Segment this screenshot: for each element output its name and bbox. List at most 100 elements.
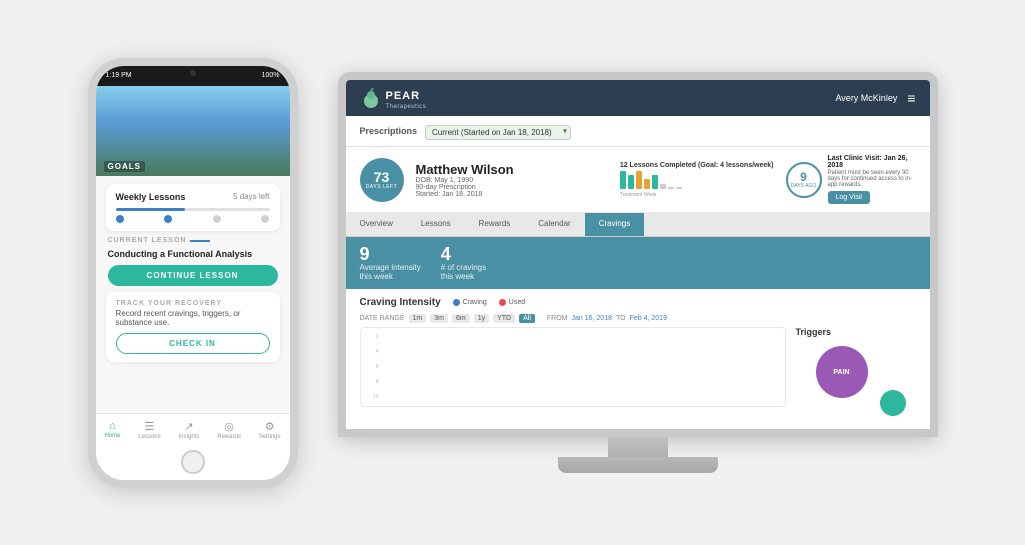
insights-icon: ↗: [184, 420, 193, 433]
y-axis: 10 8 6 4 2: [361, 328, 381, 406]
days-ago-num: 9: [800, 171, 807, 183]
date-from-to: FROM Jan 16, 2018 TO Feb 4, 2019: [547, 315, 667, 322]
continue-lesson-button[interactable]: CONTINUE LESSON: [108, 265, 278, 286]
to-label: TO: [616, 315, 626, 322]
pear-header-right: Avery McKinley ≡: [835, 90, 915, 106]
y-2: 2: [363, 334, 379, 340]
stats-row: 9 Average intensitythis week 4 # of crav…: [346, 237, 930, 289]
date-btn-ytd[interactable]: YTD: [493, 314, 515, 323]
legend-craving-label: Craving: [463, 299, 487, 306]
patient-info: 73 DAYS LEFT Matthew Wilson DOB: May 1, …: [346, 147, 930, 213]
pear-logo-sub: Therapeutics: [386, 104, 427, 110]
nav-home[interactable]: ⌂ Home: [104, 420, 120, 440]
nav-insights-label: Insights: [179, 434, 200, 440]
pear-logo: PEAR Therapeutics: [360, 86, 427, 110]
chart-area: 10 8 6 4 2 Triggers PAIN: [360, 327, 916, 421]
prescriptions-select-wrapper[interactable]: Current (Started on Jan 18, 2018): [425, 122, 571, 140]
from-date: Jan 16, 2018: [572, 315, 612, 322]
phone-body: Weekly Lessons 5 days left CURRENT LESSO…: [96, 176, 290, 413]
current-underline: [190, 240, 210, 242]
triggers-title: Triggers: [796, 327, 916, 337]
phone-frame: 1:19 PM 100% GOALS Weekly Lessons 5 days…: [88, 58, 298, 488]
patient-dob: DOB: May 1, 1990: [416, 177, 608, 184]
from-label: FROM: [547, 315, 568, 322]
dot-2: [164, 215, 172, 223]
nav-insights[interactable]: ↗ Insights: [179, 420, 200, 440]
date-btn-1y[interactable]: 1y: [474, 314, 489, 323]
progress-fill: [116, 208, 185, 211]
days-left-circle: 73 DAYS LEFT: [360, 158, 404, 202]
nav-lessons-label: Lessons: [138, 434, 160, 440]
date-btn-6m[interactable]: 6m: [452, 314, 470, 323]
craving-chart: 10 8 6 4 2: [360, 327, 786, 407]
tab-cravings[interactable]: Cravings: [585, 213, 645, 236]
patient-prescription: 90-day Prescription: [416, 184, 608, 191]
phone-battery: 100%: [262, 72, 280, 79]
home-icon: ⌂: [109, 420, 116, 432]
tab-lessons[interactable]: Lessons: [407, 213, 465, 236]
track-desc: Record recent cravings, triggers, or sub…: [116, 309, 270, 327]
phone-bottom: [96, 444, 290, 480]
days-left-num: 73: [374, 170, 390, 184]
date-btn-all[interactable]: All: [519, 314, 535, 323]
phone-time: 1:19 PM: [106, 72, 132, 79]
bar-4: [644, 179, 650, 189]
bar-2: [628, 175, 634, 189]
current-lesson-title: Conducting a Functional Analysis: [108, 249, 278, 259]
track-recovery-section: TRACK YOUR RECOVERY Record recent cravin…: [106, 292, 280, 362]
lessons-title: 12 Lessons Completed (Goal: 4 lessons/we…: [620, 162, 774, 169]
craving-dot: [453, 299, 460, 306]
tabs-bar: Overview Lessons Rewards Calendar Cravin…: [346, 213, 930, 237]
stat-intensity-label: Average intensitythis week: [360, 263, 421, 281]
pear-user: Avery McKinley: [835, 93, 897, 103]
bar-7: [668, 187, 674, 189]
used-dot: [499, 299, 506, 306]
tab-rewards[interactable]: Rewards: [465, 213, 525, 236]
home-button[interactable]: [181, 450, 205, 474]
prescriptions-bar: Prescriptions Current (Started on Jan 18…: [346, 116, 930, 147]
y-4: 4: [363, 349, 379, 355]
stat-cravings: 4 # of cravingsthis week: [441, 245, 486, 281]
monitor-frame: PEAR Therapeutics Avery McKinley ≡ Presc…: [338, 72, 938, 437]
patient-details: Matthew Wilson DOB: May 1, 1990 90-day P…: [416, 162, 608, 198]
date-btn-1m[interactable]: 1m: [409, 314, 427, 323]
y-8: 8: [363, 379, 379, 385]
check-in-button[interactable]: CHECK IN: [116, 333, 270, 354]
nav-settings[interactable]: ⚙ Settings: [259, 420, 281, 440]
tab-overview[interactable]: Overview: [346, 213, 407, 236]
stat-cravings-num: 4: [441, 245, 486, 263]
chart-section: Craving Intensity Craving Used: [346, 289, 930, 429]
phone-nav: ⌂ Home ☰ Lessons ↗ Insights ◎ Rewards ⚙ …: [96, 413, 290, 444]
bar-8: [676, 187, 682, 189]
y-10: 10: [363, 394, 379, 400]
legend-craving: Craving: [453, 299, 487, 306]
phone-camera: [190, 70, 196, 76]
dot-1: [116, 215, 124, 223]
patient-name: Matthew Wilson: [416, 162, 608, 177]
lessons-icon: ☰: [145, 420, 155, 433]
triggers-visual: PAIN: [796, 341, 916, 421]
rewards-icon: ◎: [224, 420, 234, 433]
weekly-lessons-title: Weekly Lessons: [116, 192, 186, 202]
nav-lessons[interactable]: ☰ Lessons: [138, 420, 160, 440]
log-visit-button[interactable]: Log Visit: [828, 191, 871, 204]
date-btn-3m[interactable]: 3m: [430, 314, 448, 323]
lessons-bars: [620, 171, 774, 189]
tab-calendar[interactable]: Calendar: [524, 213, 584, 236]
progress-track[interactable]: [116, 208, 270, 211]
stat-intensity: 9 Average intensitythis week: [360, 245, 421, 281]
nav-rewards[interactable]: ◎ Rewards: [217, 420, 241, 440]
prescriptions-select[interactable]: Current (Started on Jan 18, 2018): [425, 125, 571, 140]
days-left-label: DAYS LEFT: [366, 184, 397, 190]
legend-used: Used: [499, 299, 525, 306]
nav-settings-label: Settings: [259, 434, 281, 440]
nav-rewards-label: Rewards: [217, 434, 241, 440]
dot-4: [261, 215, 269, 223]
pear-header: PEAR Therapeutics Avery McKinley ≡: [346, 80, 930, 116]
hamburger-icon[interactable]: ≡: [907, 90, 915, 106]
weekly-lessons-card: Weekly Lessons 5 days left: [106, 184, 280, 231]
last-clinic-info: Last Clinic Visit: Jan 26, 2018 Patient …: [828, 155, 916, 204]
bar-5: [652, 175, 658, 189]
hero-label: GOALS: [104, 161, 145, 172]
bar-6: [660, 184, 666, 189]
